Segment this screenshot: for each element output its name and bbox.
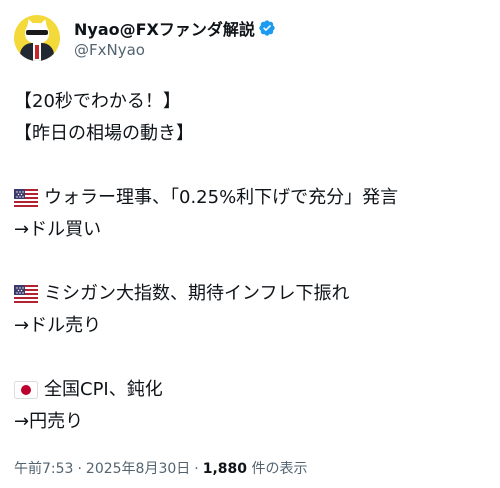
avatar[interactable] xyxy=(14,15,60,61)
us-flag-icon xyxy=(14,285,38,303)
japan-flag-icon xyxy=(14,381,38,399)
tweet-line: →円売り xyxy=(14,406,490,438)
tweet-line: ウォラー理事、「0.25%利下げで充分」発言 xyxy=(14,182,490,214)
tweet-header: Nyao@FXファンダ解説 @FxNyao xyxy=(14,12,276,64)
verified-badge-icon[interactable] xyxy=(258,19,276,37)
display-name-row: Nyao@FXファンダ解説 xyxy=(74,17,276,39)
tweet-line: ミシガン大指数、期待インフレ下振れ xyxy=(14,278,490,310)
tweet-line: →ドル売り xyxy=(14,310,490,342)
avatar-sunglasses xyxy=(26,30,48,35)
tweet-line-text: →ドル買い xyxy=(14,219,102,240)
meta-separator: · xyxy=(77,461,82,477)
tweet-line: →ドル買い xyxy=(14,214,490,246)
tweet-line-text: 【昨日の相場の動き】 xyxy=(14,123,194,144)
tweet-text: 【20秒でわかる！】 【昨日の相場の動き】 ウォラー理事、「0.25%利下げで充… xyxy=(14,86,490,438)
tweet-line-text: 全国CPI、鈍化 xyxy=(44,379,163,400)
tweet-line: 【20秒でわかる！】 xyxy=(14,86,490,118)
tweet-time[interactable]: 午前7:53 xyxy=(14,461,73,477)
tweet-line-text: ミシガン大指数、期待インフレ下振れ xyxy=(44,283,350,304)
tweet-line-text: →円売り xyxy=(14,411,84,432)
avatar-tie xyxy=(35,45,39,59)
tweet-line: 全国CPI、鈍化 xyxy=(14,374,490,406)
views-count[interactable]: 1,880 xyxy=(203,461,247,477)
display-name[interactable]: Nyao@FXファンダ解説 xyxy=(74,16,255,40)
author-info: Nyao@FXファンダ解説 @FxNyao xyxy=(74,17,276,60)
tweet-date[interactable]: 2025年8月30日 xyxy=(86,461,190,477)
user-handle[interactable]: @FxNyao xyxy=(74,40,276,60)
tweet-line-text: 【20秒でわかる！】 xyxy=(14,91,181,112)
tweet-line: 【昨日の相場の動き】 xyxy=(14,118,490,150)
tweet-line-text: →ドル売り xyxy=(14,315,102,336)
tweet-line-text: ウォラー理事、「0.25%利下げで充分」発言 xyxy=(44,187,399,208)
views-label[interactable]: 件の表示 xyxy=(251,461,307,477)
tweet-meta: 午前7:53 · 2025年8月30日 · 1,880 件の表示 xyxy=(14,459,307,479)
meta-separator: · xyxy=(194,461,199,477)
us-flag-icon xyxy=(14,189,38,207)
